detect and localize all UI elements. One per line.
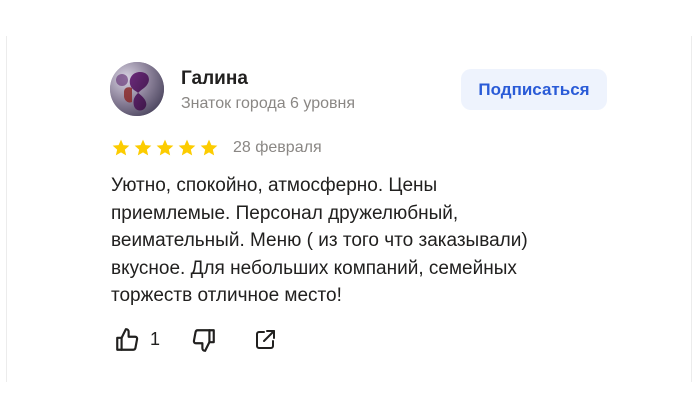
author-avatar[interactable]: [110, 62, 164, 116]
review-text-line: приемлемые. Персонал дружелюбный,: [111, 202, 459, 224]
star-icon: [178, 139, 196, 156]
share-button[interactable]: [251, 326, 279, 354]
rating-stars: [111, 138, 219, 158]
review-text-line: Уютно, спокойно, атмосферно. Цены: [111, 175, 438, 196]
star-icon: [112, 139, 130, 156]
review-text-line: вкусное. Для небольших компаний, семейны…: [111, 257, 517, 279]
review-text-line: торжеств отличное место!: [111, 285, 342, 306]
like-count: 1: [150, 329, 161, 349]
review-text-line: веимательный. Меню ( из того что заказыв…: [111, 230, 528, 251]
thumbs-up-icon: [116, 328, 139, 351]
avatar-image: [110, 62, 164, 116]
share-icon: [256, 330, 275, 349]
star-icon: [156, 139, 174, 156]
subscribe-button[interactable]: Подписаться: [461, 69, 607, 110]
star-icon: [134, 139, 152, 156]
review-text: Уютно, спокойно, атмосферно. Цены приемл…: [111, 172, 611, 310]
author-name[interactable]: Галина: [181, 68, 248, 90]
dislike-button[interactable]: [190, 326, 218, 354]
star-icon: [200, 139, 218, 156]
like-button[interactable]: [113, 326, 141, 354]
thumbs-down-icon: [192, 329, 215, 352]
author-level: Знаток города 6 уровня: [181, 95, 356, 112]
review-date: 28 февраля: [233, 139, 322, 156]
